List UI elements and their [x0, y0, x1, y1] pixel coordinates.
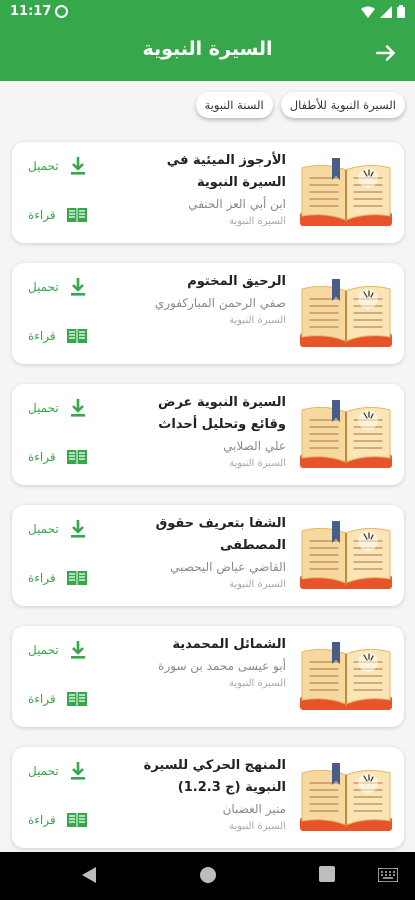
book-title: المنهج الحركي للسيرة النبوية (ج 1.2.3) [143, 758, 286, 795]
book-cover-icon [300, 521, 392, 589]
download-label: تحميل [28, 764, 59, 778]
download-button[interactable]: تحميل [28, 519, 87, 539]
book-card[interactable]: الأرجوز الميئية في السيرة النبوية ابن أب… [12, 142, 404, 243]
book-category: السيرة النبوية [229, 821, 286, 832]
download-label: تحميل [28, 401, 59, 415]
status-icons [361, 5, 405, 18]
book-info: الشمائل المحمدية أبو عيسى محمد بن سورة ا… [126, 634, 286, 692]
book-category: السيرة النبوية [229, 678, 286, 689]
book-card[interactable]: الشفا بتعريف حقوق المصطفى القاضي عياض ال… [12, 505, 404, 606]
read-button[interactable]: قراءة [28, 448, 88, 466]
download-button[interactable]: تحميل [28, 761, 87, 781]
book-title: الشمائل المحمدية [172, 637, 286, 652]
book-cover-icon [300, 642, 392, 710]
keyboard-icon[interactable] [378, 868, 398, 882]
wifi-icon [361, 6, 375, 18]
book-card[interactable]: الرحيق المختوم صفي الرحمن المباركفوري ال… [12, 263, 404, 364]
read-button[interactable]: قراءة [28, 327, 88, 345]
book-card[interactable]: الشمائل المحمدية أبو عيسى محمد بن سورة ا… [12, 626, 404, 727]
status-time: 11:17 [10, 4, 52, 19]
download-icon [70, 762, 85, 780]
book-category: السيرة النبوية [229, 315, 286, 326]
read-button[interactable]: قراءة [28, 569, 88, 587]
signal-icon [380, 5, 392, 18]
open-book-icon [66, 692, 87, 706]
book-author: صفي الرحمن المباركفوري [154, 296, 286, 310]
book-author: ابن أبي العز الحنفي [188, 197, 286, 211]
book-cover-icon [300, 763, 392, 831]
download-label: تحميل [28, 522, 59, 536]
open-book-icon [66, 571, 87, 585]
notification-icon [55, 5, 68, 18]
read-label: قراءة [28, 692, 56, 706]
open-book-icon [66, 329, 87, 343]
open-book-icon [66, 813, 87, 827]
read-button[interactable]: قراءة [28, 811, 88, 829]
book-category: السيرة النبوية [229, 458, 286, 469]
read-label: قراءة [28, 329, 56, 343]
download-icon [70, 278, 85, 296]
book-info: الرحيق المختوم صفي الرحمن المباركفوري ال… [126, 271, 286, 329]
book-info: الشفا بتعريف حقوق المصطفى القاضي عياض ال… [126, 513, 286, 593]
read-label: قراءة [28, 813, 56, 827]
book-category: السيرة النبوية [229, 579, 286, 590]
read-label: قراءة [28, 208, 56, 222]
read-button[interactable]: قراءة [28, 206, 88, 224]
book-title: السيرة النبوية عرض وقائع وتحليل أحداث [157, 395, 286, 432]
read-label: قراءة [28, 571, 56, 585]
book-author: أبو عيسى محمد بن سورة [158, 659, 286, 673]
chip-seerah-kids[interactable]: السيرة النبوية للأطفال [280, 92, 405, 118]
open-book-icon [66, 208, 87, 222]
book-author: القاضي عياض اليحصبي [170, 560, 286, 574]
book-cover-icon [300, 158, 392, 226]
app-bar: السيرة النبوية [0, 24, 415, 81]
book-info: السيرة النبوية عرض وقائع وتحليل أحداث عل… [126, 392, 286, 472]
battery-icon [397, 5, 405, 18]
book-list: الأرجوز الميئية في السيرة النبوية ابن أب… [12, 142, 404, 868]
download-icon [70, 157, 85, 175]
book-info: الأرجوز الميئية في السيرة النبوية ابن أب… [126, 150, 286, 230]
book-card[interactable]: السيرة النبوية عرض وقائع وتحليل أحداث عل… [12, 384, 404, 485]
category-chips: السيرة النبوية للأطفال السنة النبوية [195, 92, 405, 118]
download-button[interactable]: تحميل [28, 277, 87, 297]
download-label: تحميل [28, 159, 59, 173]
read-label: قراءة [28, 450, 56, 464]
download-button[interactable]: تحميل [28, 156, 87, 176]
back-arrow-icon[interactable] [373, 40, 399, 66]
download-icon [70, 641, 85, 659]
download-icon [70, 399, 85, 417]
book-category: السيرة النبوية [229, 216, 286, 227]
book-title: الشفا بتعريف حقوق المصطفى [155, 516, 286, 553]
book-title: الأرجوز الميئية في السيرة النبوية [166, 153, 286, 190]
system-nav-bar [0, 852, 415, 900]
download-icon [70, 520, 85, 538]
download-label: تحميل [28, 280, 59, 294]
download-label: تحميل [28, 643, 59, 657]
book-title: الرحيق المختوم [187, 274, 286, 289]
nav-back-icon[interactable] [80, 866, 98, 884]
book-cover-icon [300, 279, 392, 347]
book-cover-icon [300, 400, 392, 468]
download-button[interactable]: تحميل [28, 640, 87, 660]
nav-home-icon[interactable] [199, 866, 217, 884]
page-title: السيرة النبوية [142, 38, 273, 60]
book-author: منير الغضبان [222, 802, 286, 816]
read-button[interactable]: قراءة [28, 690, 88, 708]
open-book-icon [66, 450, 87, 464]
nav-recents-icon[interactable] [319, 866, 335, 882]
download-button[interactable]: تحميل [28, 398, 87, 418]
book-info: المنهج الحركي للسيرة النبوية (ج 1.2.3) م… [126, 755, 286, 835]
status-bar: 11:17 [0, 0, 415, 24]
book-author: علي الصلابي [223, 439, 286, 453]
chip-sunnah[interactable]: السنة النبوية [195, 92, 273, 118]
book-card[interactable]: المنهج الحركي للسيرة النبوية (ج 1.2.3) م… [12, 747, 404, 848]
